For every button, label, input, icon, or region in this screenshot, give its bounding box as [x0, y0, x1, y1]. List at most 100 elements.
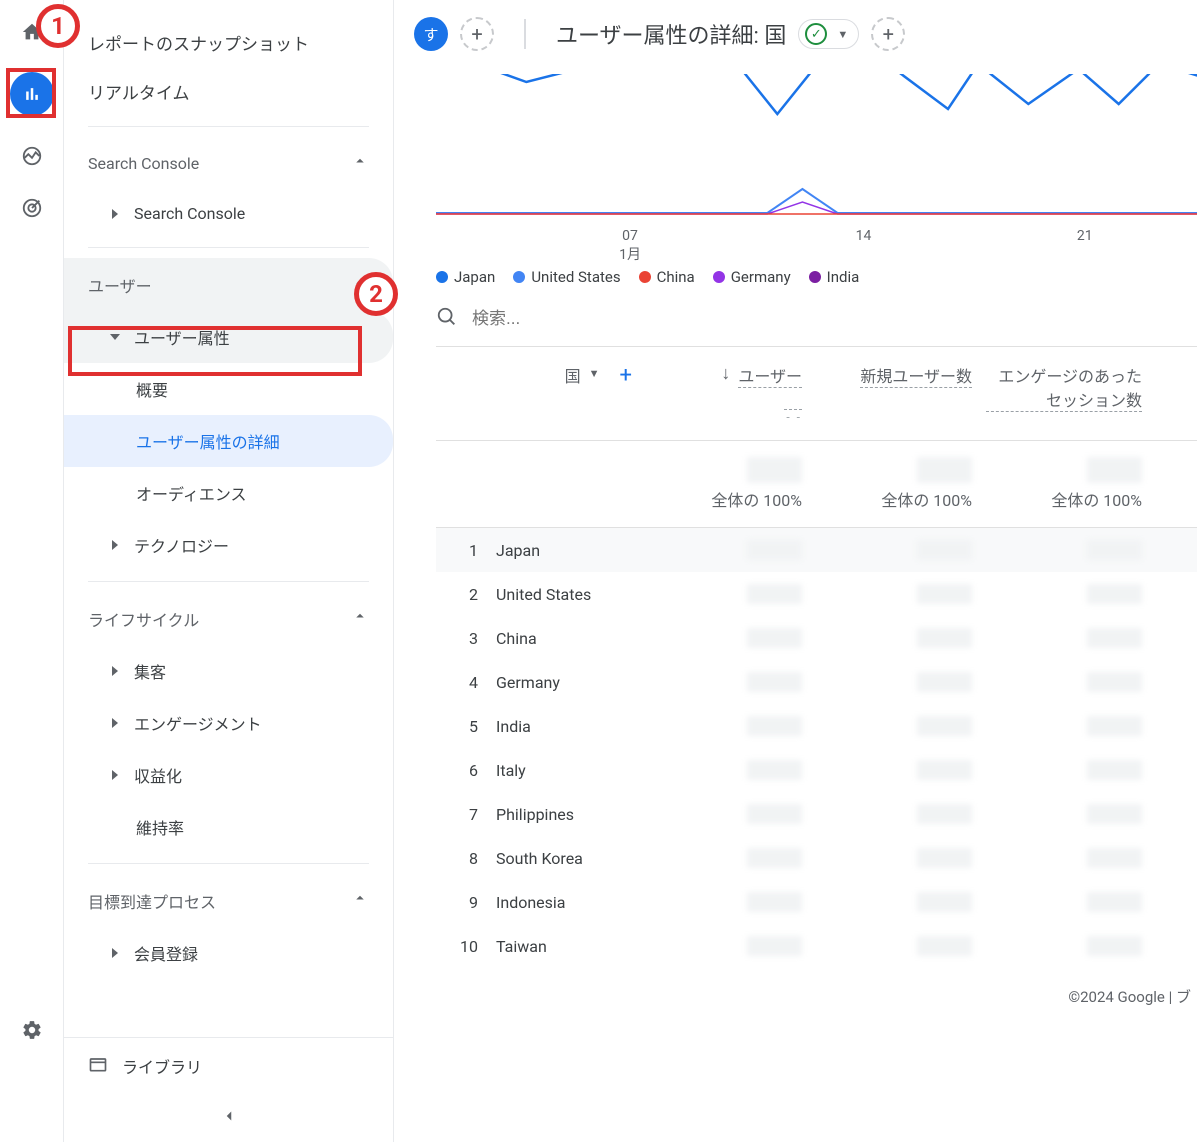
column-users[interactable]: ↓ ユーザー - -	[646, 363, 816, 424]
caret-right-icon	[112, 666, 118, 676]
row-index: 8	[436, 849, 496, 868]
search-icon	[436, 306, 458, 332]
row-country: Taiwan	[496, 937, 646, 956]
table-row[interactable]: 3China	[436, 616, 1197, 660]
sidebar-item-overview[interactable]: 概要	[64, 363, 393, 415]
sidebar-item-technology[interactable]: テクノロジー	[64, 519, 393, 571]
legend-label: Japan	[454, 268, 495, 286]
sidebar-section-label: 目標到達プロセス	[88, 889, 216, 913]
legend-dot-icon	[436, 271, 448, 283]
advertising-icon[interactable]	[20, 196, 44, 220]
sidebar-item-label: 集客	[134, 659, 166, 683]
sidebar-item-signup[interactable]: 会員登録	[64, 927, 393, 979]
collapse-sidebar-button[interactable]	[64, 1094, 393, 1142]
reports-icon[interactable]	[10, 72, 54, 116]
sidebar-item-engagement[interactable]: エンゲージメント	[64, 697, 393, 749]
page-title: ユーザー属性の詳細: 国	[556, 18, 786, 50]
redacted-value	[747, 457, 802, 483]
chevron-up-icon	[351, 888, 369, 913]
dimension-header[interactable]: 国 ▼ +	[436, 363, 646, 424]
chevron-up-icon	[351, 151, 369, 176]
sidebar-item-audience[interactable]: オーディエンス	[64, 467, 393, 519]
dimension-label: 国	[565, 363, 581, 387]
sidebar-item-user-attr-detail[interactable]: ユーザー属性の詳細	[64, 415, 393, 467]
sidebar-item-user-attr[interactable]: ユーザー属性	[64, 311, 393, 363]
add-segment-button[interactable]: +	[460, 17, 494, 51]
add-dimension-button[interactable]: +	[620, 363, 632, 388]
home-icon[interactable]	[20, 20, 44, 44]
legend-dot-icon	[639, 271, 651, 283]
redacted-value	[917, 672, 972, 692]
table-row[interactable]: 6Italy	[436, 748, 1197, 792]
redacted-value	[917, 457, 972, 483]
sidebar-section-funnel[interactable]: 目標到達プロセス	[64, 874, 393, 927]
redacted-value	[747, 848, 802, 868]
sidebar-item-label: 会員登録	[134, 941, 198, 965]
redacted-value	[917, 584, 972, 604]
redacted-value	[917, 760, 972, 780]
chart-svg	[436, 74, 1197, 224]
sidebar-section-lifecycle[interactable]: ライフサイクル	[64, 592, 393, 645]
x-tick: 21	[1077, 228, 1093, 244]
row-country: India	[496, 717, 646, 736]
data-table: 国 ▼ + ↓ ユーザー - - 新規ユーザー数	[436, 346, 1197, 968]
redacted-value	[747, 584, 802, 604]
chevron-down-icon: ▼	[589, 367, 600, 380]
sidebar-section-user[interactable]: ユーザー	[64, 258, 393, 311]
settings-icon[interactable]	[20, 1018, 44, 1042]
legend-item[interactable]: Germany	[713, 268, 791, 286]
row-country: South Korea	[496, 849, 646, 868]
legend-label: Germany	[731, 268, 791, 286]
add-comparison-button[interactable]: +	[871, 17, 905, 51]
legend-item[interactable]: India	[809, 268, 860, 286]
check-icon: ✓	[805, 23, 827, 45]
row-country: United States	[496, 585, 646, 604]
sidebar-item-acquisition[interactable]: 集客	[64, 645, 393, 697]
legend-item[interactable]: China	[639, 268, 695, 286]
column-new-users[interactable]: 新規ユーザー数	[816, 363, 986, 424]
legend-item[interactable]: United States	[513, 268, 620, 286]
sidebar-section-label: ライフサイクル	[88, 607, 199, 631]
status-pill[interactable]: ✓ ▼	[798, 19, 859, 49]
chevron-up-icon	[351, 272, 369, 297]
explore-icon[interactable]	[20, 144, 44, 168]
sidebar-item-retention[interactable]: 維持率	[64, 801, 393, 853]
sidebar-item-monetization[interactable]: 収益化	[64, 749, 393, 801]
redacted-value	[1087, 936, 1142, 956]
table-row[interactable]: 8South Korea	[436, 836, 1197, 880]
redacted-value	[917, 716, 972, 736]
redacted-value	[747, 540, 802, 560]
table-row[interactable]: 2United States	[436, 572, 1197, 616]
table-row[interactable]: 9Indonesia	[436, 880, 1197, 924]
sidebar-library[interactable]: ライブラリ	[64, 1037, 393, 1094]
chart-legend: Japan United States China Germany India	[436, 268, 1197, 286]
row-index: 5	[436, 717, 496, 736]
redacted-value	[917, 936, 972, 956]
sidebar-item-search-console[interactable]: Search Console	[64, 190, 393, 237]
sidebar-item-label: ユーザー属性	[134, 325, 230, 349]
search-input[interactable]	[472, 309, 1197, 329]
caret-right-icon	[112, 540, 118, 550]
redacted-value	[1087, 628, 1142, 648]
line-chart: 07 1月 14 21	[436, 74, 1197, 254]
redacted-value	[1087, 540, 1142, 560]
table-row[interactable]: 5India	[436, 704, 1197, 748]
table-row[interactable]: 4Germany	[436, 660, 1197, 704]
table-row[interactable]: 10Taiwan	[436, 924, 1197, 968]
table-row[interactable]: 1Japan	[436, 528, 1197, 572]
sidebar-item-label: テクノロジー	[134, 533, 229, 557]
sort-desc-icon: ↓	[721, 363, 730, 384]
segment-badge[interactable]: す	[414, 17, 448, 51]
column-label: ユーザー	[738, 363, 802, 388]
redacted-value	[747, 672, 802, 692]
table-row[interactable]: 7Philippines	[436, 792, 1197, 836]
legend-item[interactable]: Japan	[436, 268, 495, 286]
row-index: 3	[436, 629, 496, 648]
sidebar-section-search-console[interactable]: Search Console	[64, 137, 393, 190]
row-index: 2	[436, 585, 496, 604]
table-totals-row: 全体の 100% 全体の 100% 全体の 100%	[436, 441, 1197, 528]
column-engaged[interactable]: エンゲージのあったセッション数	[986, 363, 1156, 424]
sidebar-item-label: 収益化	[134, 763, 182, 787]
sidebar-item-snapshot[interactable]: レポートのスナップショット	[64, 18, 393, 67]
sidebar-item-realtime[interactable]: リアルタイム	[64, 67, 393, 116]
